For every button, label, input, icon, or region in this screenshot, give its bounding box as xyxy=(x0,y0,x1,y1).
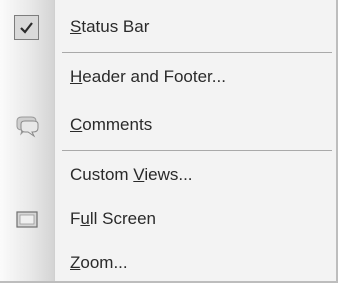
menu-item-zoom[interactable]: Zoom... xyxy=(0,243,336,283)
menu-item-header-and-footer[interactable]: Header and Footer... xyxy=(0,57,336,97)
menu-item-status-bar[interactable]: Status Bar xyxy=(0,7,336,47)
menu-item-label: Status Bar xyxy=(70,17,150,36)
comments-icon xyxy=(12,113,42,138)
menu-item-custom-views[interactable]: Custom Views... xyxy=(0,155,336,195)
menu-item-label: Header and Footer... xyxy=(70,67,226,86)
menu-item-label: Custom Views... xyxy=(70,165,193,184)
menu-separator xyxy=(62,150,332,151)
menu-item-label: Comments xyxy=(70,115,153,134)
menu-separator xyxy=(62,52,332,53)
menu-item-label: Full Screen xyxy=(70,209,156,228)
checkmark-icon xyxy=(14,15,39,40)
menu-item-full-screen[interactable]: Full Screen xyxy=(0,199,336,239)
menu-item-comments[interactable]: Comments xyxy=(0,105,336,145)
view-menu: Status Bar Header and Footer... Comments… xyxy=(0,0,338,283)
full-screen-icon xyxy=(12,207,42,232)
menu-item-label: Zoom... xyxy=(70,253,128,272)
